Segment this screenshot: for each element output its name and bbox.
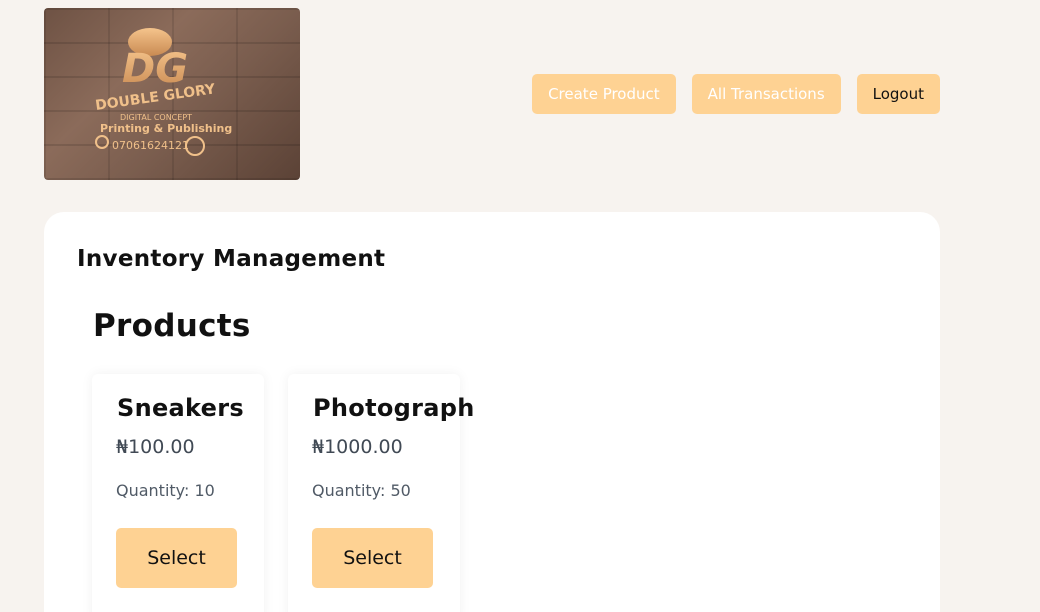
logo-phone: 07061624121 — [112, 139, 189, 152]
product-price: ₦100.00 — [116, 436, 195, 458]
page-title: Inventory Management — [77, 246, 386, 272]
products-heading: Products — [93, 308, 251, 344]
logo-line2: Printing & Publishing — [100, 122, 232, 135]
select-product-button[interactable]: Select — [312, 528, 433, 588]
product-name: Photograph — [313, 394, 475, 422]
product-list: Sneakers ₦100.00 Quantity: 10 Select Pho… — [92, 374, 474, 612]
product-name: Sneakers — [117, 394, 244, 422]
brand-logo: DG DOUBLE GLORY DIGITAL CONCEPT Printing… — [44, 8, 300, 180]
inventory-card: Inventory Management Products Sneakers ₦… — [44, 212, 940, 612]
product-card: Photograph ₦1000.00 Quantity: 50 Select — [288, 374, 474, 612]
phone-icon — [95, 135, 109, 149]
logo-initials: DG — [122, 46, 188, 92]
all-transactions-button[interactable]: All Transactions — [691, 74, 841, 114]
logout-button[interactable]: Logout — [856, 74, 940, 114]
product-card: Sneakers ₦100.00 Quantity: 10 Select — [92, 374, 264, 612]
logo-line1: DIGITAL CONCEPT — [120, 113, 192, 122]
logo-graphic: DG DOUBLE GLORY DIGITAL CONCEPT Printing… — [94, 28, 232, 156]
select-product-button[interactable]: Select — [116, 528, 237, 588]
product-quantity: Quantity: 50 — [312, 481, 411, 500]
create-product-button[interactable]: Create Product — [532, 74, 676, 114]
top-nav: Create Product All Transactions Logout — [532, 74, 940, 114]
product-quantity: Quantity: 10 — [116, 481, 215, 500]
product-price: ₦1000.00 — [312, 436, 403, 458]
